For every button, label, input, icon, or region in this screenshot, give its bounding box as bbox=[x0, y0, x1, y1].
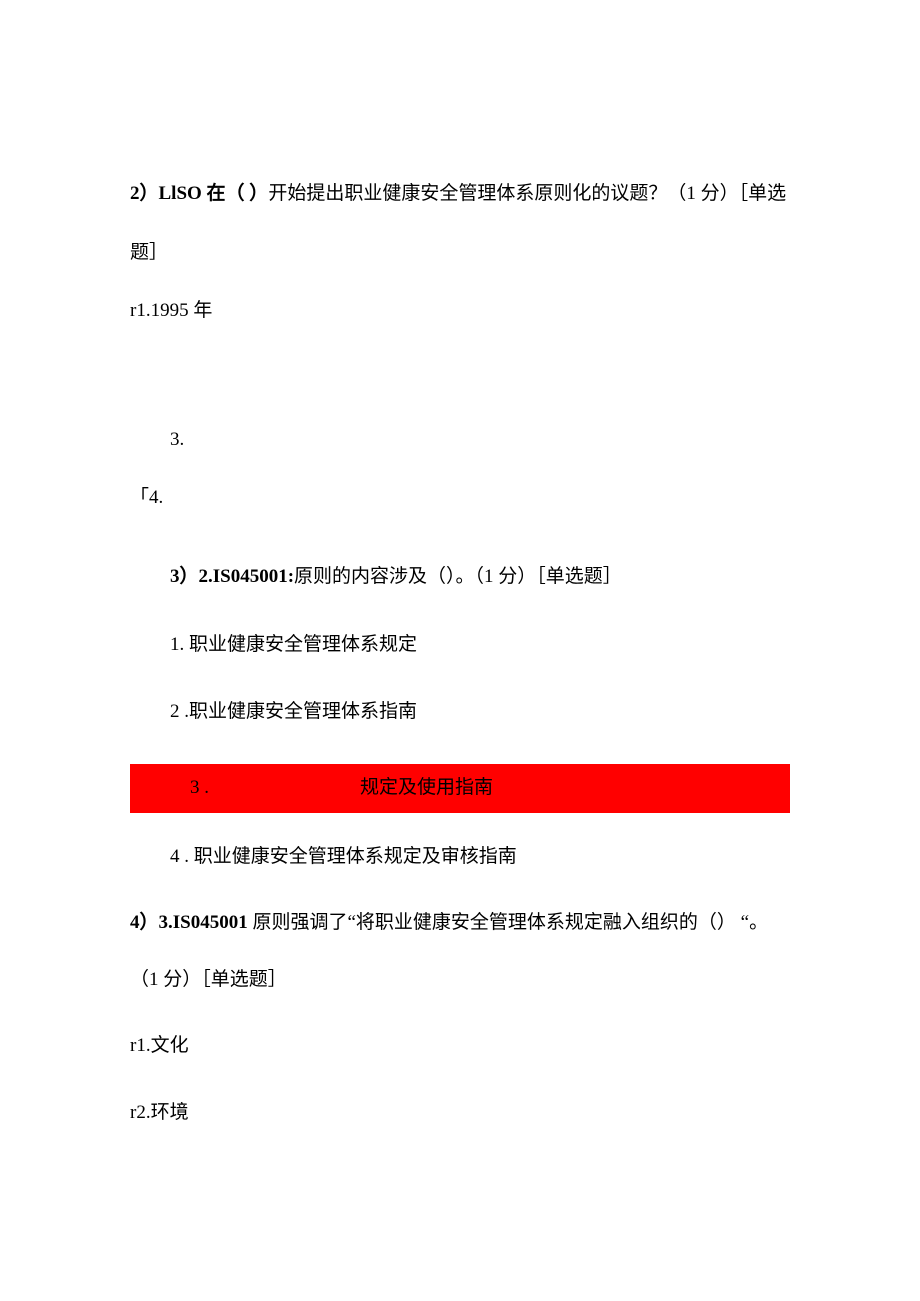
q4-stem-prefix: 4）3.IS045001 bbox=[130, 912, 248, 933]
q4-option-2: r2.环境 bbox=[130, 1099, 790, 1128]
q3-opt3-num: 3 . bbox=[190, 774, 360, 803]
q2-stem-rest: 开始提出职业健康安全管理体系原则化的议题？（1 分）［单选 bbox=[268, 183, 786, 204]
question-2: 2）LlSO 在（ ）开始提出职业健康安全管理体系原则化的议题？（1 分）［单选… bbox=[130, 180, 790, 513]
q2-stem-prefix: 2）LlSO 在（ ） bbox=[130, 183, 268, 204]
question-3: 3）2.IS045001:原则的内容涉及（）。（1 分）［单选题］ 1. 职业健… bbox=[130, 563, 790, 872]
q3-stem-prefix: 3）2.IS045001: bbox=[170, 566, 294, 587]
q2-option-4: 「4. bbox=[130, 484, 790, 513]
q2-option-3: 3. bbox=[130, 426, 790, 455]
q2-stem-line2: 题］ bbox=[130, 239, 790, 268]
q2-option-1: r1.1995 年 bbox=[130, 297, 790, 326]
q3-option-2: 2 .职业健康安全管理体系指南 bbox=[170, 698, 790, 727]
q4-option-1: r1.文化 bbox=[130, 1032, 790, 1061]
q3-opt3-text: 规定及使用指南 bbox=[360, 777, 493, 798]
q3-options-after: 4 . 职业健康安全管理体系规定及审核指南 bbox=[130, 843, 790, 872]
q3-stem-rest: 原则的内容涉及（）。（1 分）［单选题］ bbox=[294, 566, 622, 587]
q2-stem-line1: 2）LlSO 在（ ）开始提出职业健康安全管理体系原则化的议题？（1 分）［单选 bbox=[130, 180, 790, 209]
q3-option-4: 4 . 职业健康安全管理体系规定及审核指南 bbox=[170, 843, 790, 872]
q4-stem-line1: 4）3.IS045001 原则强调了“将职业健康安全管理体系规定融入组织的（） … bbox=[130, 909, 790, 938]
q3-stem: 3）2.IS045001:原则的内容涉及（）。（1 分）［单选题］ bbox=[130, 563, 790, 592]
q2-blank-space bbox=[130, 356, 790, 426]
question-4: 4）3.IS045001 原则强调了“将职业健康安全管理体系规定融入组织的（） … bbox=[130, 909, 790, 1127]
q3-option-1: 1. 职业健康安全管理体系规定 bbox=[170, 631, 790, 660]
q3-option-3-highlighted: 3 .规定及使用指南 bbox=[130, 764, 790, 813]
q3-options: 1. 职业健康安全管理体系规定 2 .职业健康安全管理体系指南 bbox=[130, 631, 790, 726]
q4-stem-line2: （1 分）［单选题］ bbox=[130, 966, 790, 995]
q4-stem-rest: 原则强调了“将职业健康安全管理体系规定融入组织的（） “。 bbox=[248, 912, 768, 933]
